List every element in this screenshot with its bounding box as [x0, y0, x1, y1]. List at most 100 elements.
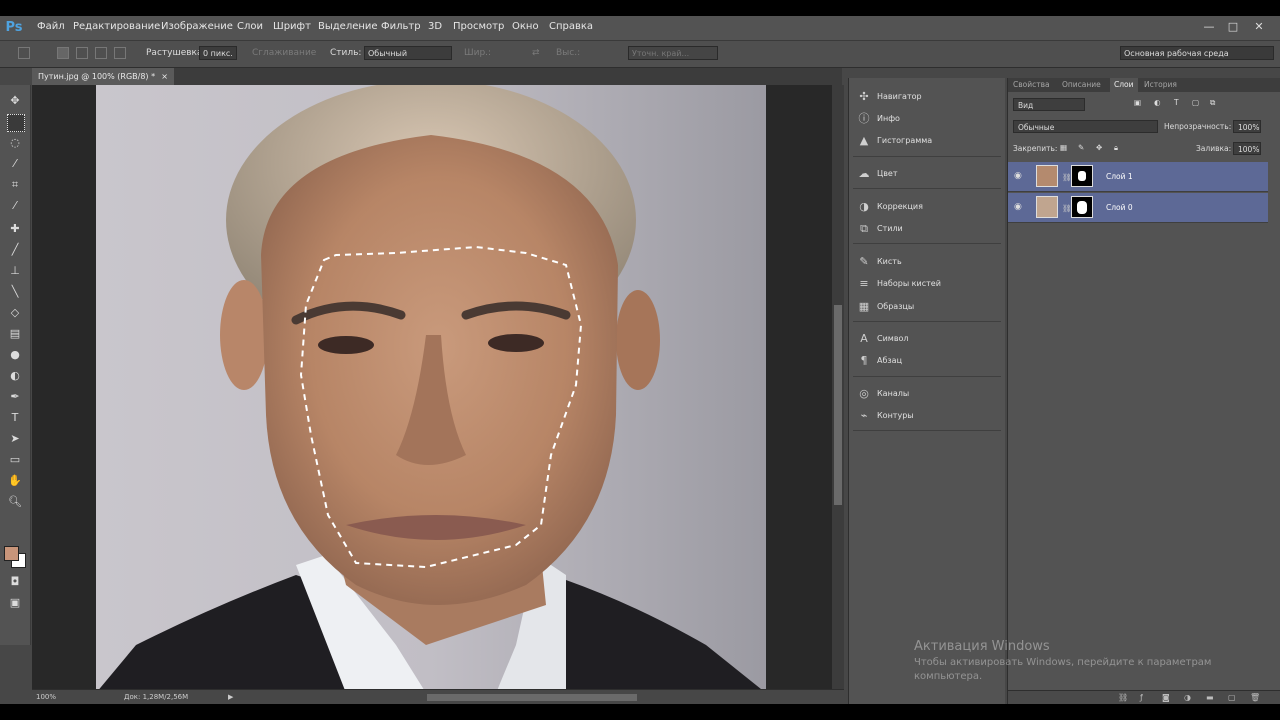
document-tab[interactable]: Путин.jpg @ 100% (RGB/8) * × [32, 68, 174, 85]
layer-row[interactable]: ◉ ⛓ Слой 1 [1008, 162, 1268, 192]
type-tool-icon[interactable]: T [7, 410, 23, 426]
menu-file[interactable]: Файл [37, 21, 65, 32]
menu-edit[interactable]: Редактирование [73, 21, 160, 32]
filter-type-icon[interactable]: T [1174, 98, 1179, 107]
adjustment-layer-icon[interactable]: ◑ [1184, 693, 1193, 702]
lock-position-icon[interactable]: ✥ [1096, 143, 1102, 152]
workspace-select[interactable]: Основная рабочая среда [1120, 46, 1274, 60]
feather-input[interactable]: 0 пикс. [199, 46, 237, 60]
close-button[interactable]: ✕ [1252, 20, 1266, 34]
dock-item-character[interactable]: A Символ [853, 330, 1001, 348]
add-selection-icon[interactable] [76, 47, 88, 59]
eyedropper-tool-icon[interactable]: ⁄ [7, 198, 23, 214]
move-tool-icon[interactable]: ✥ [7, 93, 23, 109]
dock-item-navigator[interactable]: ✣ Навигатор [853, 88, 1001, 106]
vertical-scroll-thumb[interactable] [834, 305, 842, 505]
dock-item-histogram[interactable]: ▲ Гистограмма [853, 132, 1001, 150]
visibility-eye-icon[interactable]: ◉ [1014, 171, 1022, 181]
menu-filter[interactable]: Фильтр [381, 21, 421, 32]
new-group-icon[interactable]: ▬ [1206, 693, 1215, 702]
delete-layer-icon[interactable]: 🗑︎ [1250, 693, 1260, 702]
refine-edge-button[interactable]: Уточн. край... [628, 46, 718, 60]
lock-pixels-icon[interactable]: ▦ [1060, 143, 1067, 152]
new-layer-icon[interactable]: ▢ [1228, 693, 1237, 702]
hand-tool-icon[interactable]: ✋ [7, 473, 23, 489]
dock-item-info[interactable]: ⓘ Инфо [853, 110, 1001, 128]
lasso-tool-icon[interactable]: ◌ [7, 135, 23, 151]
dock-item-channels[interactable]: ◎ Каналы [853, 385, 1001, 403]
dodge-tool-icon[interactable]: ◐ [7, 368, 23, 384]
layer-mask-thumbnail[interactable] [1071, 165, 1093, 187]
filter-shape-icon[interactable]: ▢ [1192, 98, 1199, 107]
style-select[interactable]: Обычный [364, 46, 452, 60]
eraser-tool-icon[interactable]: ◇ [7, 305, 23, 321]
layer-row[interactable]: ◉ ⛓ Слой 0 [1008, 193, 1268, 223]
antialias-checkbox[interactable]: Сглаживание [252, 48, 316, 58]
dock-item-adjustments[interactable]: ◑ Коррекция [853, 198, 1001, 216]
zoom-level[interactable]: 100% [36, 693, 56, 701]
dock-item-brush[interactable]: ✎ Кисть [853, 253, 1001, 271]
dock-item-brush-presets[interactable]: ≡ Наборы кистей [853, 275, 1001, 293]
layer-name[interactable]: Слой 0 [1106, 203, 1133, 212]
menu-image[interactable]: Изображение [161, 21, 233, 32]
status-arrow-icon[interactable]: ▶ [228, 693, 233, 701]
maximize-button[interactable]: □ [1226, 20, 1240, 34]
screen-mode-icon[interactable]: ▣ [7, 595, 23, 611]
filter-pixel-icon[interactable]: ▣ [1134, 98, 1141, 107]
rect-marquee-tool-icon[interactable] [7, 114, 25, 132]
menu-select[interactable]: Выделение [318, 21, 378, 32]
tab-description[interactable]: Описание [1062, 80, 1101, 89]
crop-tool-icon[interactable]: ⌗ [7, 177, 23, 193]
foreground-color-swatch[interactable] [4, 546, 19, 561]
fill-input[interactable]: 100% [1233, 142, 1261, 155]
blend-mode-select[interactable]: Обычные [1013, 120, 1158, 133]
menu-3d[interactable]: 3D [428, 21, 442, 32]
minimize-button[interactable]: — [1202, 20, 1216, 34]
opacity-input[interactable]: 100% [1233, 120, 1261, 133]
add-mask-icon[interactable]: ◙ [1162, 693, 1171, 702]
filter-adjustment-icon[interactable]: ◐ [1154, 98, 1161, 107]
menu-help[interactable]: Справка [549, 21, 593, 32]
zoom-tool-icon[interactable]: 🔍︎ [7, 494, 23, 510]
canvas-area[interactable] [32, 85, 832, 693]
tab-properties[interactable]: Свойства [1013, 80, 1050, 89]
link-layers-icon[interactable]: ⛓ [1118, 693, 1128, 702]
quick-mask-icon[interactable]: ◘ [7, 574, 23, 590]
horizontal-scroll-thumb[interactable] [427, 694, 637, 701]
brush-tool-icon[interactable]: ╱ [7, 242, 23, 258]
swap-icon[interactable]: ⇄ [532, 48, 540, 58]
healing-brush-tool-icon[interactable]: ✚ [7, 221, 23, 237]
blur-tool-icon[interactable]: ● [7, 347, 23, 363]
menu-window[interactable]: Окно [512, 21, 539, 32]
subtract-selection-icon[interactable] [95, 47, 107, 59]
menu-view[interactable]: Просмотр [453, 21, 504, 32]
fx-icon[interactable]: ƒ [1140, 693, 1149, 702]
menu-type[interactable]: Шрифт [273, 21, 311, 32]
pen-tool-icon[interactable]: ✒ [7, 389, 23, 405]
tab-history[interactable]: История [1144, 80, 1177, 89]
layer-name[interactable]: Слой 1 [1106, 172, 1133, 181]
lock-all-icon[interactable]: 🔒︎ [1114, 143, 1118, 153]
marquee-preset-icon[interactable] [18, 47, 30, 59]
filter-smart-icon[interactable]: ⧉ [1210, 98, 1215, 108]
clone-stamp-tool-icon[interactable]: ⊥ [7, 263, 23, 279]
quick-select-tool-icon[interactable]: ⁄ [7, 156, 23, 172]
path-select-tool-icon[interactable]: ➤ [7, 431, 23, 447]
dock-item-paths[interactable]: ⌁ Контуры [853, 407, 1001, 425]
layer-mask-thumbnail[interactable] [1071, 196, 1093, 218]
lock-paint-icon[interactable]: ✎ [1078, 143, 1084, 152]
tab-layers[interactable]: Слои [1110, 78, 1138, 92]
close-tab-icon[interactable]: × [161, 68, 168, 85]
intersect-selection-icon[interactable] [114, 47, 126, 59]
vertical-scrollbar[interactable] [832, 85, 844, 689]
dock-item-color[interactable]: ☁ Цвет [853, 165, 1001, 183]
shape-tool-icon[interactable]: ▭ [7, 452, 23, 468]
visibility-eye-icon[interactable]: ◉ [1014, 202, 1022, 212]
dock-item-paragraph[interactable]: ¶ Абзац [853, 352, 1001, 370]
new-selection-icon[interactable] [57, 47, 69, 59]
document-image[interactable] [96, 85, 766, 693]
history-brush-tool-icon[interactable]: ╲ [7, 284, 23, 300]
menu-layers[interactable]: Слои [237, 21, 263, 32]
gradient-tool-icon[interactable]: ▤ [7, 326, 23, 342]
dock-item-swatches[interactable]: ▦ Образцы [853, 298, 1001, 316]
